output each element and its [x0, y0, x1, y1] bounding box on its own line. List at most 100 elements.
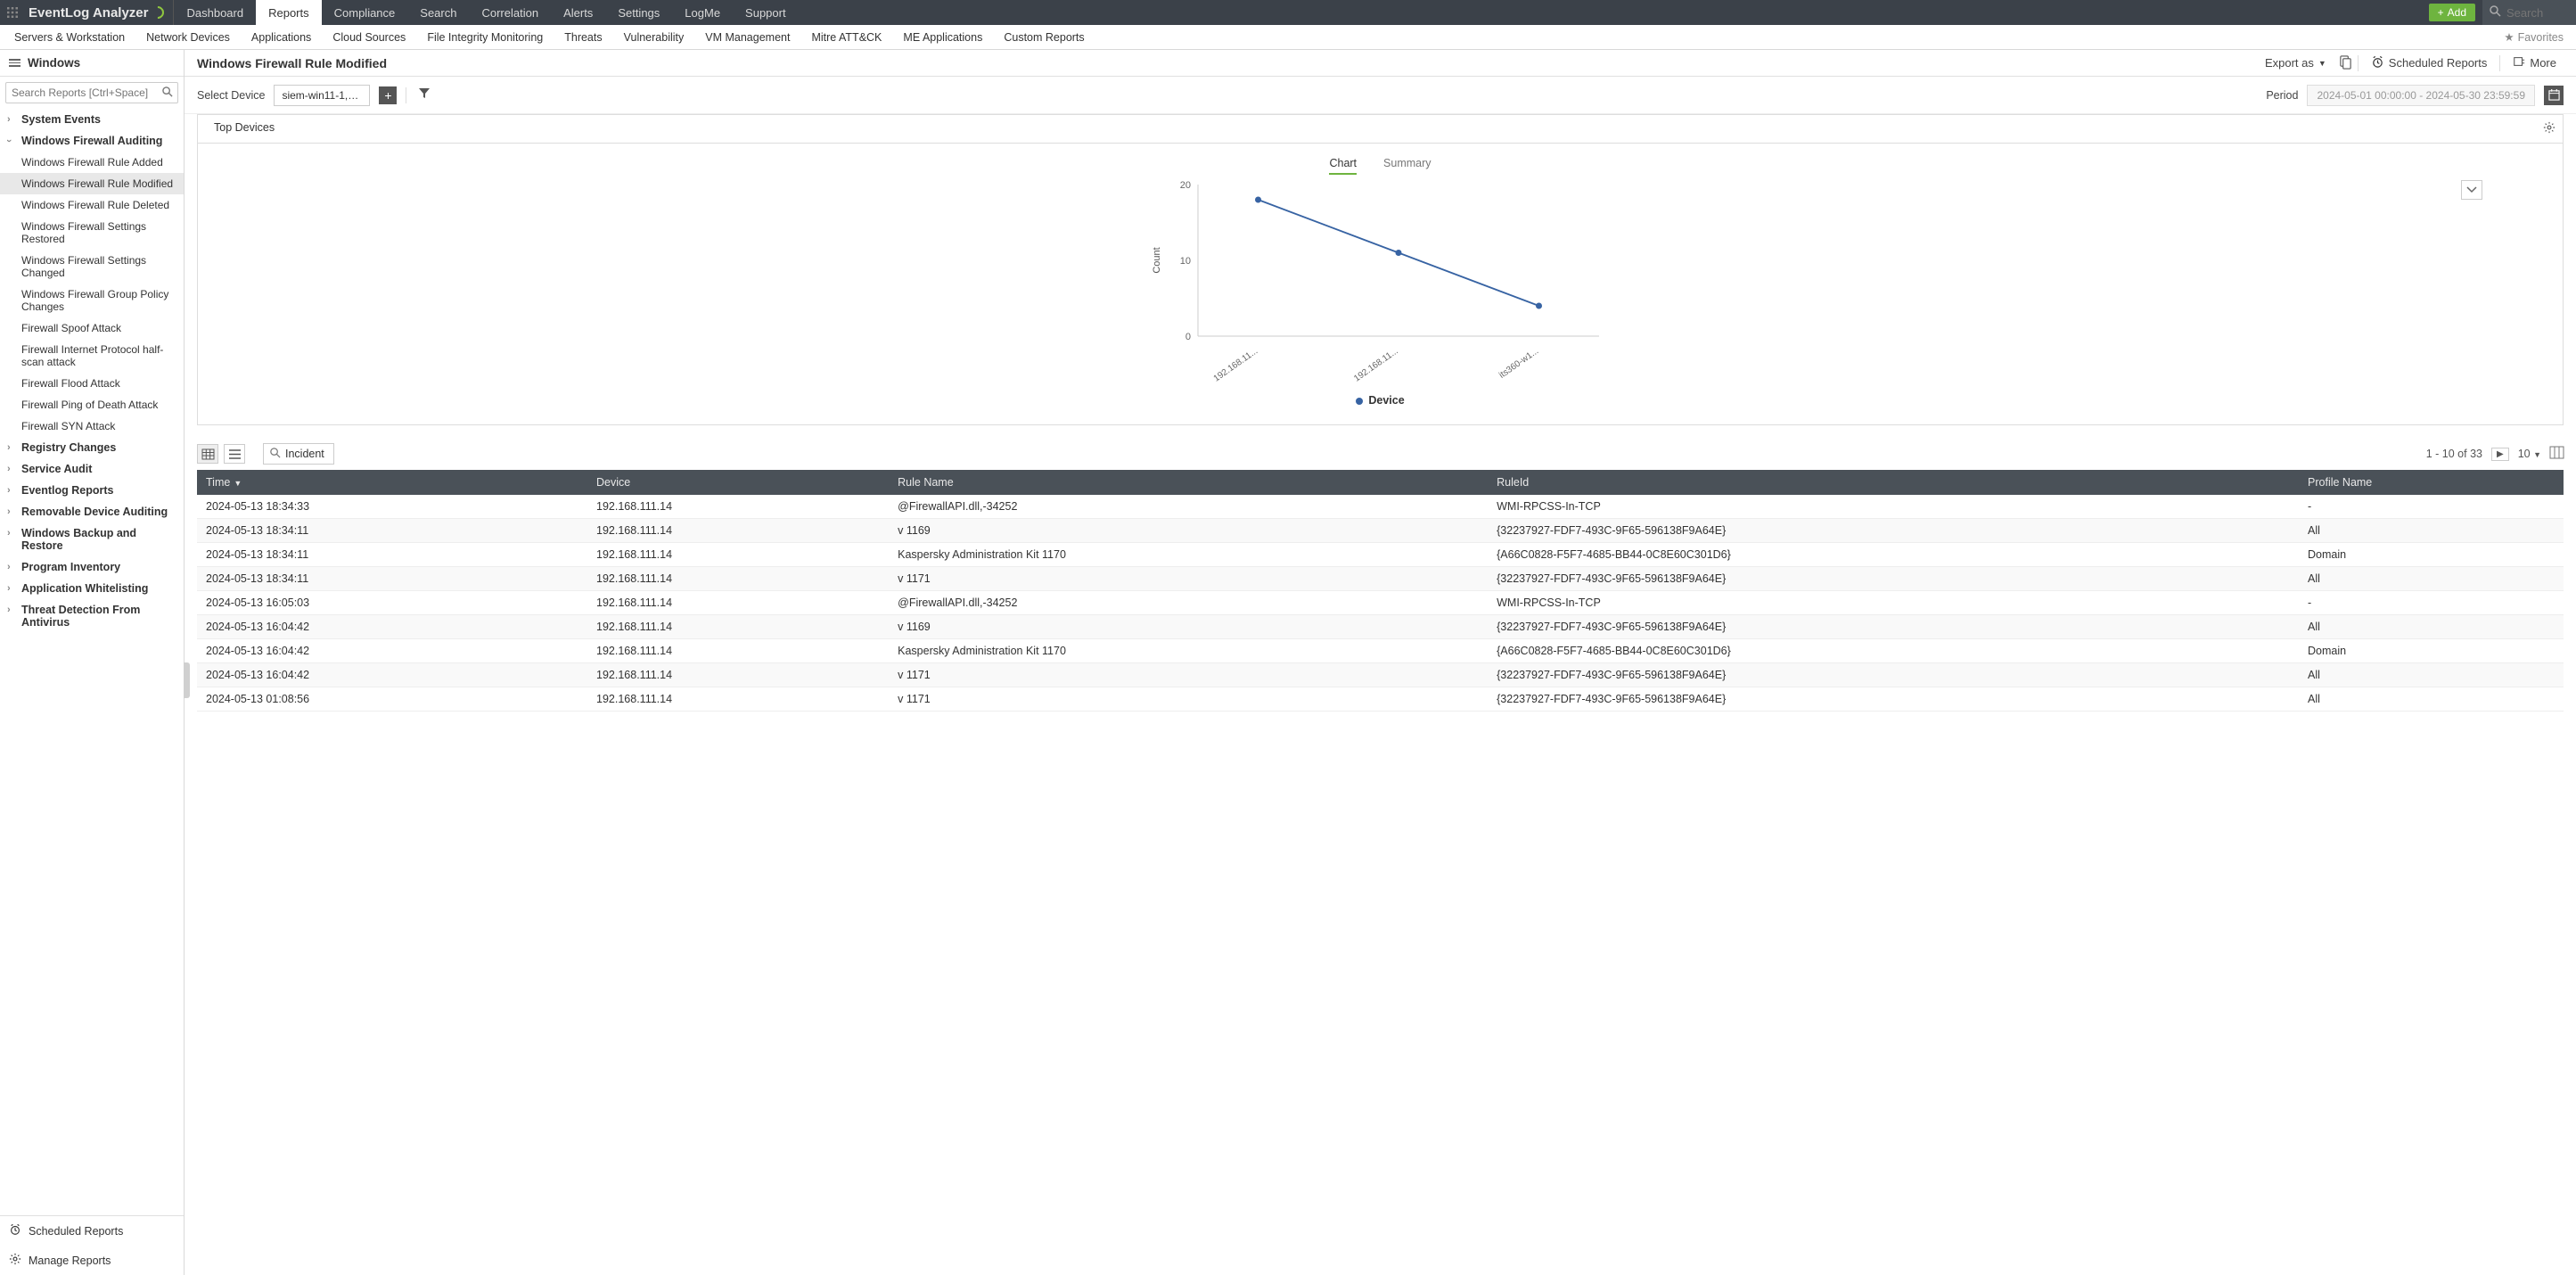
table-row[interactable]: 2024-05-13 18:34:33192.168.111.14@Firewa… — [197, 495, 2564, 519]
sidebar-search-input[interactable] — [5, 82, 178, 103]
subnav-item[interactable]: Applications — [241, 25, 322, 49]
table-row[interactable]: 2024-05-13 16:04:42192.168.111.14v 1169{… — [197, 615, 2564, 639]
chevron-icon: › — [7, 583, 11, 594]
chevron-icon: › — [7, 562, 11, 572]
tree-leaf[interactable]: Windows Firewall Rule Modified — [0, 173, 184, 194]
nav-compliance[interactable]: Compliance — [322, 0, 408, 25]
chart-chevron-down-icon[interactable] — [2461, 180, 2482, 200]
chevron-icon: › — [7, 605, 11, 615]
tree-leaf[interactable]: Windows Firewall Rule Added — [0, 152, 184, 173]
sidebar-footer-item[interactable]: Manage Reports — [0, 1246, 184, 1275]
tree-leaf[interactable]: Windows Firewall Group Policy Changes — [0, 284, 184, 317]
incident-button[interactable]: Incident — [263, 443, 334, 465]
filter-icon[interactable] — [415, 88, 433, 102]
chart-settings-icon[interactable] — [2536, 115, 2563, 143]
subnav-item[interactable]: VM Management — [694, 25, 800, 49]
subnav-item[interactable]: Mitre ATT&CK — [800, 25, 892, 49]
svg-text:192.168.11...: 192.168.11... — [1352, 346, 1400, 383]
table-row[interactable]: 2024-05-13 18:34:11192.168.111.14v 1169{… — [197, 519, 2564, 543]
list-view-icon[interactable] — [224, 444, 245, 464]
tree-group[interactable]: ›Threat Detection From Antivirus — [0, 599, 184, 633]
tree-group[interactable]: ›Program Inventory — [0, 556, 184, 578]
tree-leaf[interactable]: Windows Firewall Rule Deleted — [0, 194, 184, 216]
scheduled-reports-link[interactable]: Scheduled Reports — [2364, 55, 2495, 71]
export-as-dropdown[interactable]: Export as ▼ — [2258, 56, 2334, 70]
subnav-item[interactable]: Custom Reports — [993, 25, 1095, 49]
add-device-button[interactable]: + — [379, 86, 397, 104]
subnav-item[interactable]: Vulnerability — [613, 25, 695, 49]
tree-group[interactable]: ›System Events — [0, 109, 184, 130]
export-file-icon[interactable] — [2339, 55, 2352, 71]
svg-text:its360-w1...: its360-w1... — [1497, 346, 1540, 380]
next-page-icon[interactable]: ▶ — [2491, 448, 2509, 461]
subnav-item[interactable]: Servers & Workstation — [4, 25, 135, 49]
tab-top-devices[interactable]: Top Devices — [198, 115, 291, 143]
tree-group[interactable]: ›Eventlog Reports — [0, 480, 184, 501]
tree-leaf[interactable]: Windows Firewall Settings Changed — [0, 250, 184, 284]
column-settings-icon[interactable] — [2550, 447, 2564, 461]
svg-text:10: 10 — [1179, 256, 1190, 267]
table-row[interactable]: 2024-05-13 16:04:42192.168.111.14v 1171{… — [197, 663, 2564, 687]
chevron-icon: › — [7, 506, 11, 517]
subnav-item[interactable]: File Integrity Monitoring — [416, 25, 554, 49]
column-header[interactable]: Device — [587, 470, 889, 495]
subnav-item[interactable]: Network Devices — [135, 25, 241, 49]
nav-search[interactable]: Search — [407, 0, 469, 25]
tree-group[interactable]: ›Windows Firewall Auditing — [0, 130, 184, 152]
tree-leaf[interactable]: Firewall Internet Protocol half-scan att… — [0, 339, 184, 373]
page-size-selector[interactable]: 10 ▼ — [2518, 448, 2541, 460]
tree-group[interactable]: ›Application Whitelisting — [0, 578, 184, 599]
chart-tab-chart[interactable]: Chart — [1329, 157, 1357, 175]
table-view-icon[interactable] — [197, 444, 218, 464]
more-dropdown[interactable]: More — [2506, 55, 2564, 70]
nav-dashboard[interactable]: Dashboard — [174, 0, 256, 25]
nav-alerts[interactable]: Alerts — [551, 0, 605, 25]
nav-reports[interactable]: Reports — [256, 0, 322, 25]
column-header[interactable]: Rule Name — [889, 470, 1488, 495]
table-row[interactable]: 2024-05-13 16:05:03192.168.111.14@Firewa… — [197, 591, 2564, 615]
chart-legend: Device — [234, 394, 2527, 407]
search-icon[interactable] — [162, 86, 173, 100]
device-selector[interactable]: siem-win11-1,SIEM-W... — [274, 85, 370, 106]
select-device-label: Select Device — [197, 89, 265, 102]
tree-group[interactable]: ›Service Audit — [0, 458, 184, 480]
nav-correlation[interactable]: Correlation — [469, 0, 551, 25]
hamburger-icon[interactable] — [9, 59, 21, 67]
nav-logme[interactable]: LogMe — [672, 0, 733, 25]
subnav-item[interactable]: Cloud Sources — [322, 25, 416, 49]
nav-settings[interactable]: Settings — [605, 0, 672, 25]
tree-leaf[interactable]: Firewall Ping of Death Attack — [0, 394, 184, 415]
nav-support[interactable]: Support — [733, 0, 799, 25]
table-row[interactable]: 2024-05-13 18:34:11192.168.111.14Kaspers… — [197, 543, 2564, 567]
table-row[interactable]: 2024-05-13 01:08:56192.168.111.14v 1171{… — [197, 687, 2564, 712]
tree-leaf[interactable]: Firewall SYN Attack — [0, 415, 184, 437]
add-button[interactable]: + Add — [2429, 4, 2475, 21]
column-header[interactable]: RuleId — [1488, 470, 2299, 495]
global-search-input[interactable] — [2506, 6, 2569, 20]
tree-leaf[interactable]: Firewall Spoof Attack — [0, 317, 184, 339]
favorites-link[interactable]: ★ Favorites — [2504, 30, 2572, 44]
chevron-icon: › — [7, 528, 11, 539]
subnav-item[interactable]: Threats — [554, 25, 612, 49]
global-search[interactable] — [2482, 0, 2576, 25]
tree-leaf[interactable]: Windows Firewall Settings Restored — [0, 216, 184, 250]
column-header[interactable]: Profile Name — [2299, 470, 2564, 495]
table-row[interactable]: 2024-05-13 16:04:42192.168.111.14Kaspers… — [197, 639, 2564, 663]
calendar-button[interactable] — [2544, 86, 2564, 105]
subnav-item[interactable]: ME Applications — [892, 25, 993, 49]
tree-group[interactable]: ›Registry Changes — [0, 437, 184, 458]
sort-desc-icon: ▼ — [234, 479, 242, 488]
chart-tab-summary[interactable]: Summary — [1383, 157, 1431, 175]
sidebar-footer-item[interactable]: Scheduled Reports — [0, 1216, 184, 1246]
tree-leaf[interactable]: Firewall Flood Attack — [0, 373, 184, 394]
page-title: Windows Firewall Rule Modified — [197, 56, 387, 70]
caret-down-icon: ▼ — [2318, 59, 2326, 68]
tree-group[interactable]: ›Windows Backup and Restore — [0, 522, 184, 556]
column-header[interactable]: Time▼ — [197, 470, 587, 495]
chevron-icon: › — [7, 464, 11, 474]
table-row[interactable]: 2024-05-13 18:34:11192.168.111.14v 1171{… — [197, 567, 2564, 591]
sidebar-collapse-handle[interactable] — [184, 662, 190, 698]
tree-group[interactable]: ›Removable Device Auditing — [0, 501, 184, 522]
brand-logo: EventLog Analyzer — [25, 0, 174, 25]
apps-grid-icon[interactable] — [0, 7, 25, 18]
